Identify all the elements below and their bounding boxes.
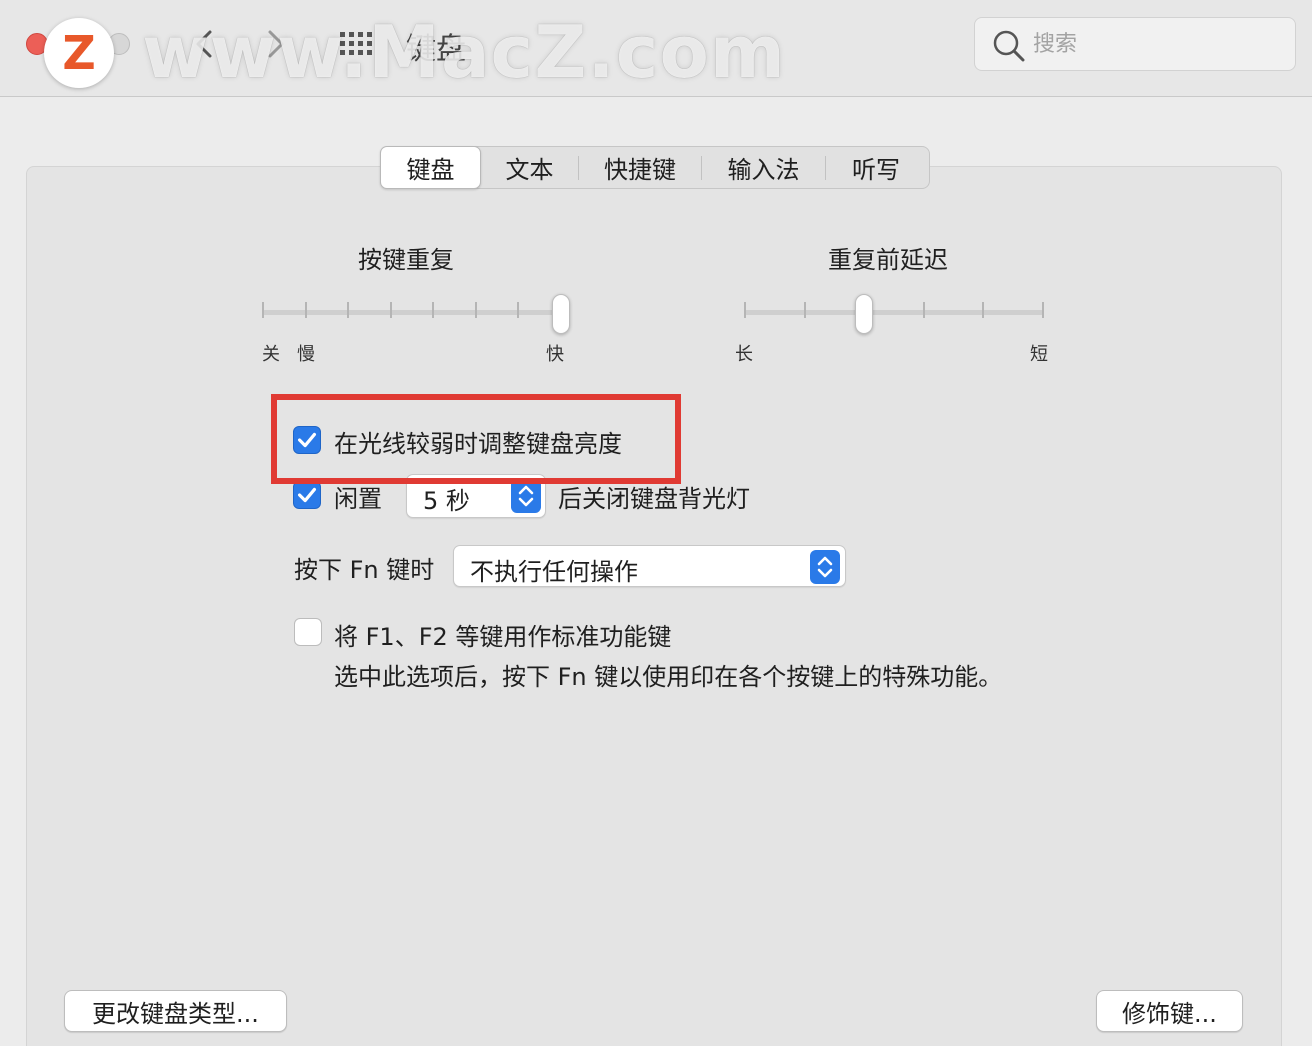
backlight-delay-value: 5 秒 [423, 487, 470, 515]
slider-tick [922, 302, 925, 318]
repeat-delay-title: 重复前延迟 [828, 246, 948, 274]
slider-knob[interactable] [552, 294, 570, 334]
watermark: www.MacZ.com [142, 10, 786, 94]
slider-tick [304, 302, 307, 318]
backlight-off-suffix: 后关闭键盘背光灯 [558, 485, 750, 513]
tab-shortcuts[interactable]: 快捷键 [579, 147, 701, 188]
key-repeat-slider[interactable] [262, 294, 570, 334]
tab-bar: 键盘 文本 快捷键 输入法 听写 [380, 145, 930, 189]
repeat-delay-slider[interactable] [744, 294, 1044, 334]
fn-key-action-popup[interactable]: 不执行任何操作 [453, 545, 846, 587]
tab-dictation[interactable]: 听写 [826, 147, 926, 188]
slider-tick [803, 302, 806, 318]
slider-tick [347, 302, 350, 318]
highlight-box [271, 394, 681, 484]
key-repeat-title: 按键重复 [358, 246, 454, 274]
standard-function-keys-label: 将 F1、F2 等键用作标准功能键 [334, 623, 672, 651]
fn-key-action-value: 不执行任何操作 [470, 558, 638, 586]
key-repeat-label-slow: 慢 [297, 344, 315, 365]
backlight-off-checkbox[interactable] [293, 481, 321, 509]
standard-function-keys-checkbox[interactable] [294, 618, 322, 646]
modifier-keys-button[interactable]: 修饰键... [1096, 990, 1243, 1032]
slider-tick [1042, 302, 1044, 318]
slider-tick [474, 302, 477, 318]
tab-keyboard[interactable]: 键盘 [380, 145, 481, 189]
tab-text[interactable]: 文本 [481, 147, 578, 188]
slider-knob[interactable] [855, 294, 874, 334]
checkmark-icon [297, 487, 317, 503]
title-bar: Z 键盘 www.MacZ.com [0, 0, 1312, 97]
slider-tick [432, 302, 435, 318]
repeat-delay-label-long: 长 [735, 344, 753, 365]
slider-tick [744, 302, 746, 318]
search-input[interactable] [1033, 24, 1283, 64]
search-icon [993, 30, 1025, 62]
popup-arrows-icon [810, 550, 840, 584]
z-logo-icon: Z [44, 18, 114, 88]
repeat-delay-label-short: 短 [1030, 344, 1048, 365]
backlight-idle-prefix: 闲置 [334, 485, 382, 513]
search-field[interactable] [974, 17, 1296, 71]
slider-tick [517, 302, 520, 318]
key-repeat-label-fast: 快 [546, 344, 564, 365]
fn-key-label: 按下 Fn 键时 [294, 556, 435, 584]
popup-arrows-icon [511, 479, 541, 513]
slider-tick [389, 302, 392, 318]
standard-function-keys-description: 选中此选项后，按下 Fn 键以使用印在各个按键上的特殊功能。 [334, 663, 1003, 691]
slider-track [744, 310, 1044, 315]
slider-tick [262, 302, 264, 318]
change-keyboard-type-button[interactable]: 更改键盘类型... [64, 990, 287, 1032]
slider-tick [982, 302, 985, 318]
key-repeat-label-off: 关 [262, 344, 280, 365]
keyboard-panel [26, 166, 1282, 1046]
tab-input-sources[interactable]: 输入法 [702, 147, 825, 188]
